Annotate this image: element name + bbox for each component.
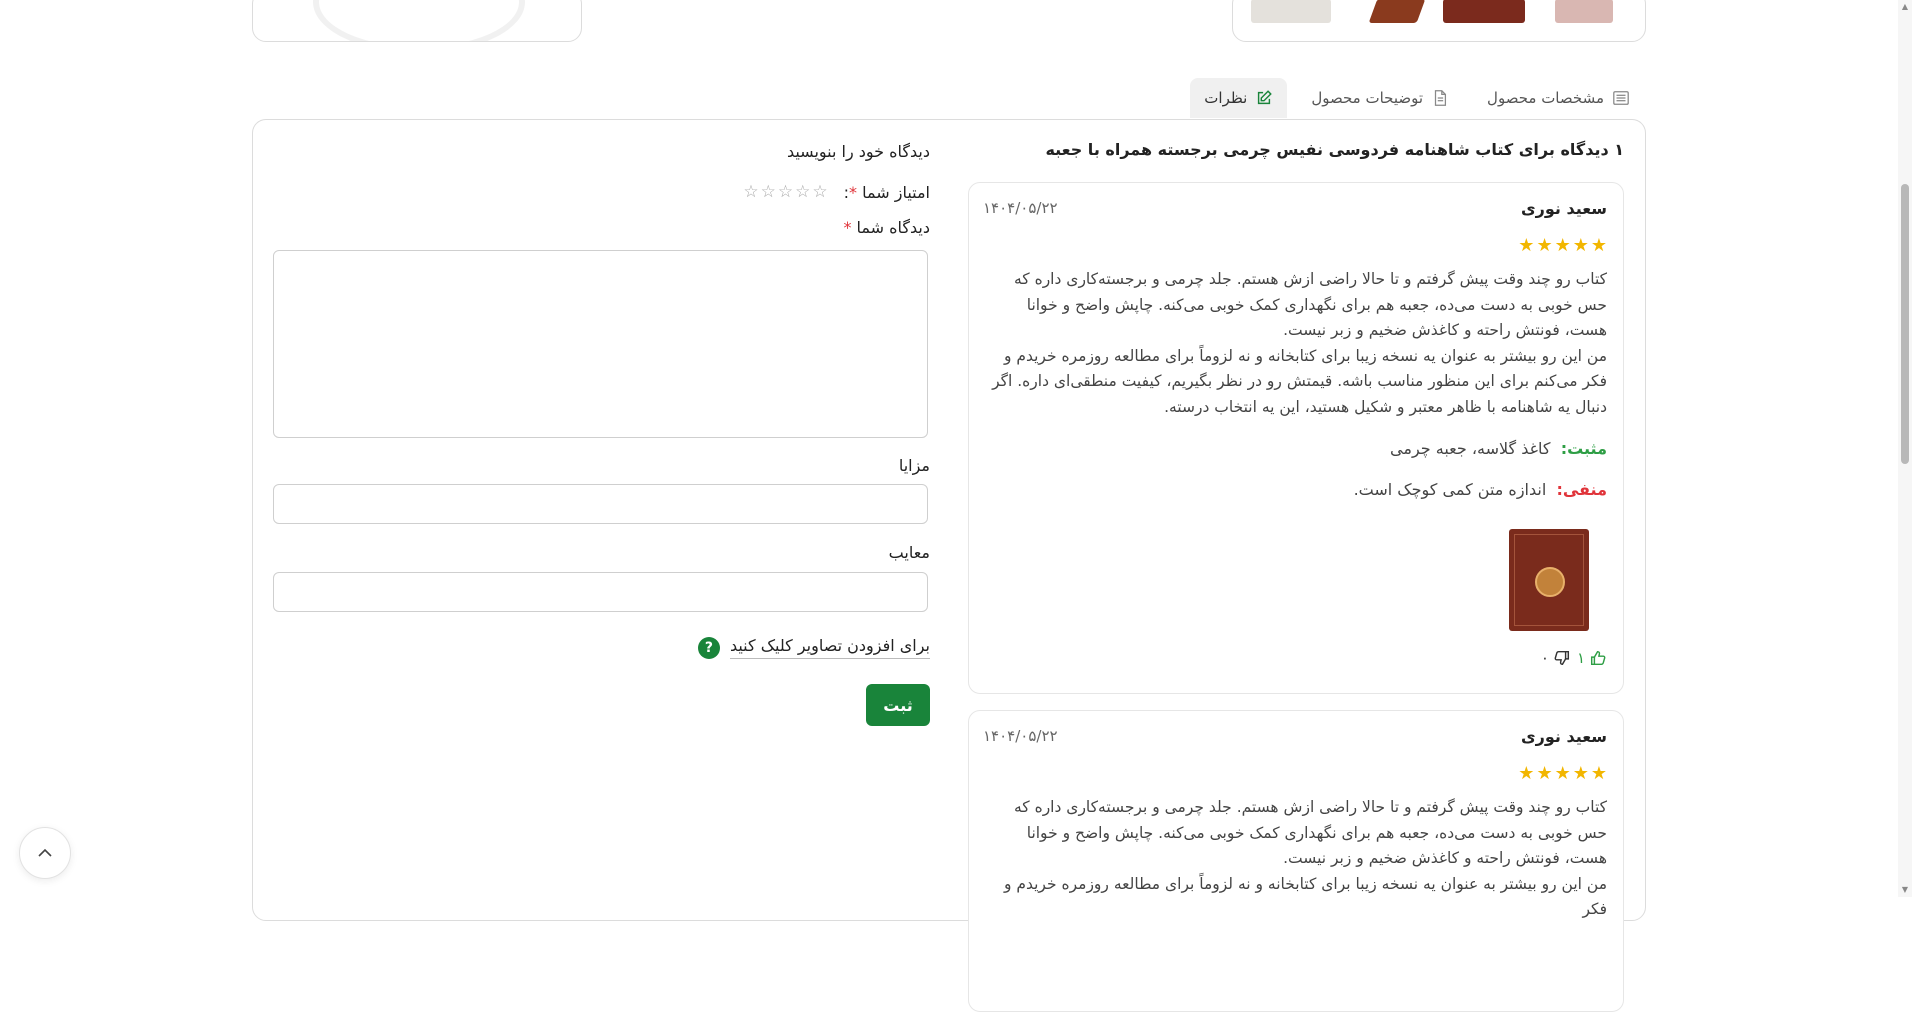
reviews-title: ۱ دیدگاه برای کتاب شاهنامه فردوسی نفیس چ… xyxy=(1045,140,1624,159)
image-upload[interactable]: برای افزودن تصاویر کلیک کنید ? xyxy=(697,636,930,659)
tab-description[interactable]: توضیحات محصول xyxy=(1297,78,1463,118)
review-negative: منفی: اندازه متن کمی کوچک است. xyxy=(1354,480,1607,499)
review-paragraph: کتاب رو چند وقت پیش گرفتم و تا حالا راضی… xyxy=(1013,270,1607,339)
star-icon: ★ xyxy=(1554,235,1571,256)
required-mark: * xyxy=(843,218,852,237)
scrollbar-thumb[interactable] xyxy=(1901,184,1909,464)
edit-icon xyxy=(1258,90,1273,105)
scroll-down-arrow-icon[interactable]: ▼ xyxy=(1900,885,1910,895)
thumbs-up-icon xyxy=(1590,650,1606,666)
star-icon: ★ xyxy=(1590,763,1607,784)
review-date: ۱۴۰۴/۰۵/۲۲ xyxy=(983,727,1058,745)
top-card-left xyxy=(252,0,582,42)
star-outline-icon[interactable]: ☆ xyxy=(778,182,793,202)
product-thumbnails-card xyxy=(1232,0,1646,42)
document-icon xyxy=(1434,90,1447,106)
review-card: سعید نوری ۱۴۰۴/۰۵/۲۲ ★ ★ ★ ★ ★ کتاب رو چند و… xyxy=(968,710,1624,1012)
negative-label: منفی: xyxy=(1556,480,1607,499)
review-paragraph: کتاب رو چند وقت پیش گرفتم و تا حالا راضی… xyxy=(1013,798,1607,867)
comment-textarea[interactable] xyxy=(273,250,928,438)
list-icon xyxy=(1613,91,1629,105)
negative-text: اندازه متن کمی کوچک است. xyxy=(1353,480,1547,499)
image-upload-label[interactable]: برای افزودن تصاویر کلیک کنید xyxy=(729,636,930,659)
review-rating: ★ ★ ★ ★ ★ xyxy=(1518,765,1607,783)
required-mark: * xyxy=(849,182,858,202)
help-icon[interactable]: ? xyxy=(697,636,720,659)
dislike-button[interactable]: ۰ xyxy=(1541,649,1571,667)
thumbnail-1[interactable] xyxy=(1251,0,1331,23)
star-icon: ★ xyxy=(1536,763,1553,784)
rating-label: امتیاز شما xyxy=(862,182,930,202)
review-form: دیدگاه خود را بنویسید امتیاز شما *: ☆ ☆ ☆ ☆… xyxy=(273,120,930,726)
scroll-up-arrow-icon[interactable]: ▲ xyxy=(1900,2,1910,12)
like-count: ۱ xyxy=(1576,649,1585,667)
review-body: کتاب رو چند وقت پیش گرفتم و تا حالا راضی… xyxy=(987,267,1607,420)
review-votes: ۱ ۰ xyxy=(1541,649,1607,667)
tab-label: مشخصات محصول xyxy=(1487,89,1604,107)
tab-reviews[interactable]: نظرات xyxy=(1190,78,1288,118)
review-paragraph: من این رو بیشتر به عنوان یه نسخه زیبا بر… xyxy=(992,346,1607,416)
star-icon: ★ xyxy=(1518,235,1535,256)
star-outline-icon[interactable]: ☆ xyxy=(761,182,776,202)
decorative-pattern xyxy=(313,0,525,41)
review-date: ۱۴۰۴/۰۵/۲۲ xyxy=(983,199,1058,217)
thumbnail-3[interactable] xyxy=(1443,0,1525,23)
star-icon: ★ xyxy=(1590,235,1607,256)
review-paragraph: من این رو بیشتر به عنوان یه نسخه زیبا بر… xyxy=(1003,874,1607,919)
review-card: سعید نوری ۱۴۰۴/۰۵/۲۲ ★ ★ ★ ★ ★ کتاب رو چند و… xyxy=(968,182,1624,694)
rating-input: ☆ ☆ ☆ ☆ ☆ xyxy=(743,182,827,202)
review-positive: مثبت: کاغذ گلاسه، جعبه چرمی xyxy=(1390,439,1607,458)
form-heading: دیدگاه خود را بنویسید xyxy=(786,142,930,161)
rating-label-group: امتیاز شما *: xyxy=(844,183,930,202)
cons-label: معایب xyxy=(888,543,930,562)
star-outline-icon[interactable]: ☆ xyxy=(795,182,810,202)
comment-label: دیدگاه شما * xyxy=(843,218,930,237)
positive-label: مثبت: xyxy=(1560,439,1607,458)
thumbs-down-icon xyxy=(1554,650,1569,666)
page-scrollbar[interactable]: ▲ ▼ xyxy=(1898,0,1912,897)
tab-specifications[interactable]: مشخصات محصول xyxy=(1473,78,1644,118)
thumbnail-4[interactable] xyxy=(1555,0,1613,23)
tab-label: نظرات xyxy=(1204,89,1248,107)
reviewer-name: سعید نوری xyxy=(1520,199,1607,218)
star-icon: ★ xyxy=(1554,763,1571,784)
star-icon: ★ xyxy=(1518,763,1535,784)
back-to-top-button[interactable] xyxy=(19,827,71,879)
review-photo[interactable] xyxy=(1509,529,1589,631)
reviews-panel: ۱ دیدگاه برای کتاب شاهنامه فردوسی نفیس چ… xyxy=(252,119,1646,1012)
star-icon: ★ xyxy=(1536,235,1553,256)
like-button[interactable]: ۱ xyxy=(1577,649,1607,667)
book-cover-medallion xyxy=(1535,567,1565,597)
pros-input[interactable] xyxy=(273,484,928,524)
tab-label: توضیحات محصول xyxy=(1311,89,1424,107)
thumbnail-2[interactable] xyxy=(1368,0,1426,23)
comment-label-text: دیدگاه شما xyxy=(856,218,930,237)
star-outline-icon[interactable]: ☆ xyxy=(812,182,827,202)
review-body: کتاب رو چند وقت پیش گرفتم و تا حالا راضی… xyxy=(987,795,1607,923)
reviewer-name: سعید نوری xyxy=(1520,727,1607,746)
submit-button[interactable]: ثبت xyxy=(866,684,930,726)
rating-row: امتیاز شما *: ☆ ☆ ☆ ☆ ☆ xyxy=(743,182,930,202)
dislike-count: ۰ xyxy=(1540,649,1549,667)
star-icon: ★ xyxy=(1572,763,1589,784)
product-tabs: مشخصات محصول توضیحات محصول نظرات xyxy=(1190,78,1644,118)
star-icon: ★ xyxy=(1572,235,1589,256)
star-outline-icon[interactable]: ☆ xyxy=(743,182,758,202)
pros-label: مزایا xyxy=(898,456,930,475)
chevron-up-icon xyxy=(38,848,52,857)
cons-input[interactable] xyxy=(273,572,928,612)
review-rating: ★ ★ ★ ★ ★ xyxy=(1518,237,1607,255)
positive-text: کاغذ گلاسه، جعبه چرمی xyxy=(1390,439,1551,458)
